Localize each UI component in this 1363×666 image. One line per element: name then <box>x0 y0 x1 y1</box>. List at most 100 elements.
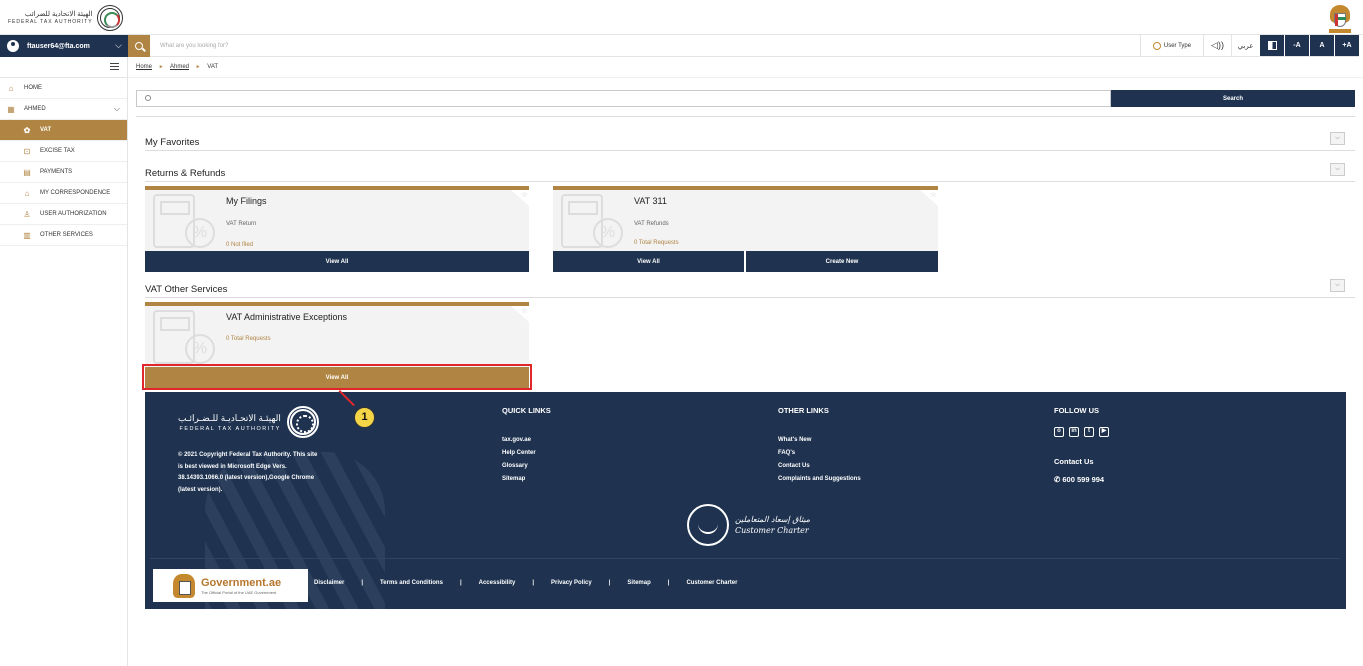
follow-us-title: FOLLOW US <box>1054 406 1099 415</box>
sidebar-item-my-correspondence[interactable]: ⌂ MY CORRESPONDENCE <box>0 183 127 204</box>
other-link[interactable]: FAQ's <box>778 450 795 456</box>
smile-icon <box>687 504 729 546</box>
top-search-button[interactable] <box>128 35 150 57</box>
logo-arabic-text: الهيئة الاتحادية للضرائب <box>24 11 93 18</box>
quick-link[interactable]: Help Center <box>502 450 536 456</box>
linkedin-icon[interactable]: in <box>1069 427 1079 437</box>
fta-emblem-icon <box>286 406 319 438</box>
breadcrumb: Home ► Ahmed ► VAT <box>136 64 218 70</box>
sidebar-item-excise-tax[interactable]: ⊡ EXCISE TAX <box>0 141 127 162</box>
uae-emblem-icon <box>173 573 195 598</box>
sidebar-item-label: OTHER SERVICES <box>40 232 93 238</box>
normal-font-button[interactable]: A <box>1309 35 1334 57</box>
search-button[interactable]: Search <box>1111 90 1355 107</box>
decrease-font-button[interactable]: -A <box>1284 35 1309 57</box>
user-type-label: User Type <box>1163 42 1192 49</box>
user-type-icon <box>1152 41 1161 50</box>
copyright-text: © 2021 Copyright Federal Tax Authority. … <box>178 452 318 493</box>
vat-311-view-all-button[interactable]: View All <box>553 251 744 272</box>
vat-311-create-new-button[interactable]: Create New <box>746 251 938 272</box>
favorite-star-icon[interactable]: ☆ <box>511 190 529 206</box>
fta-logo[interactable]: الهيئة الاتحادية للضرائب FEDERAL TAX AUT… <box>8 5 123 31</box>
grid-icon: ▦ <box>7 104 15 114</box>
search-icon <box>135 42 143 50</box>
card-title: My Filings <box>226 196 267 206</box>
top-bar: الهيئة الاتحادية للضرائب FEDERAL TAX AUT… <box>0 0 1363 35</box>
my-filings-view-all-button[interactable]: View All <box>145 251 529 272</box>
quick-link[interactable]: Glossary <box>502 463 528 469</box>
collapse-other-services-button[interactable]: ⌵ <box>1330 279 1345 292</box>
chevron-down-icon: ⌵ <box>1335 135 1340 141</box>
vat-admin-exceptions-card: % ☆ VAT Administrative Exceptions 0 Tota… <box>145 302 529 367</box>
top-search-placeholder: What are you looking for? <box>160 43 229 49</box>
customer-charter-logo[interactable]: ميثاق إسعاد المتعاملين Customer Charter <box>687 504 810 546</box>
section-title-returns: Returns & Refunds <box>145 168 226 179</box>
top-search-input[interactable]: What are you looking for? <box>150 35 1140 57</box>
instagram-icon[interactable]: o <box>1054 427 1064 437</box>
speaker-button[interactable]: ◁)) <box>1203 35 1231 57</box>
sidebar-item-payments[interactable]: ▤ PAYMENTS <box>0 162 127 183</box>
sidebar: ⌂ HOME ▦ AHMED ⌵ ✿ VAT ⊡ EXCISE TAX ▤ PA… <box>0 57 128 666</box>
youtube-icon[interactable]: ▶ <box>1099 427 1109 437</box>
sidebar-item-ahmed[interactable]: ▦ AHMED ⌵ <box>0 99 127 120</box>
card-title: VAT Administrative Exceptions <box>226 312 348 322</box>
gov-name: Government.ae <box>201 576 282 589</box>
accessibility-link[interactable]: Accessibility <box>479 580 516 586</box>
uae-emblem-icon <box>1328 3 1352 33</box>
user-type-button[interactable]: User Type <box>1140 35 1203 57</box>
chevron-down-icon: ⌵ <box>115 40 122 50</box>
collapse-favorites-button[interactable]: ⌵ <box>1330 132 1345 145</box>
quick-link[interactable]: tax.gov.ae <box>502 437 531 443</box>
my-filings-card: % ☆ My Filings VAT Return 0 Not filed <box>145 186 529 251</box>
sidebar-item-label: VAT <box>40 127 52 133</box>
government-ae-logo[interactable]: Government.ae The Official Portal of the… <box>153 569 308 602</box>
excise-tax-icon: ⊡ <box>23 146 31 156</box>
sidebar-item-user-authorization[interactable]: ♙ USER AUTHORIZATION <box>0 204 127 225</box>
hamburger-menu-icon[interactable] <box>110 63 119 70</box>
terms-link[interactable]: Terms and Conditions <box>380 580 443 586</box>
increase-font-button[interactable]: +A <box>1334 35 1359 57</box>
speaker-icon: ◁)) <box>1211 40 1224 50</box>
sidebar-item-home[interactable]: ⌂ HOME <box>0 78 127 99</box>
collapse-returns-button[interactable]: ⌵ <box>1330 163 1345 176</box>
sidebar-item-vat[interactable]: ✿ VAT <box>0 120 127 141</box>
privacy-policy-link[interactable]: Privacy Policy <box>551 580 592 586</box>
favorite-star-icon[interactable]: ☆ <box>920 190 938 206</box>
user-menu[interactable]: ftauser64@fta.com ⌵ <box>0 35 128 57</box>
sitemap-link[interactable]: Sitemap <box>627 580 650 586</box>
sidebar-item-other-services[interactable]: ▥ OTHER SERVICES <box>0 225 127 246</box>
other-links-title: OTHER LINKS <box>778 406 829 415</box>
breadcrumb-home-link[interactable]: Home <box>136 64 152 70</box>
other-link[interactable]: Complaints and Suggestions <box>778 476 861 482</box>
vat-icon: ✿ <box>23 125 31 135</box>
contrast-toggle[interactable] <box>1259 35 1284 57</box>
card-count: 0 Total Requests <box>634 240 679 246</box>
phone-number[interactable]: ✆ 600 599 994 <box>1054 475 1104 484</box>
user-icon <box>7 40 19 52</box>
sidebar-item-label: EXCISE TAX <box>40 148 75 154</box>
other-link[interactable]: What's New <box>778 437 811 443</box>
breadcrumb-arrow-icon: ► <box>195 64 201 70</box>
accessibility-tools: User Type ◁)) عربي -A A +A <box>1140 35 1359 57</box>
sidebar-item-label: USER AUTHORIZATION <box>40 211 107 217</box>
section-title-other-services: VAT Other Services <box>145 284 228 295</box>
other-link[interactable]: Contact Us <box>778 463 810 469</box>
breadcrumb-ahmed-link[interactable]: Ahmed <box>170 64 189 70</box>
contrast-icon <box>1267 41 1277 50</box>
footer-fta-logo[interactable]: الهيئـة الاتحـاديـة للـضـرائـب FEDERAL T… <box>178 406 319 438</box>
quick-link[interactable]: Sitemap <box>502 476 525 482</box>
arabic-language-button[interactable]: عربي <box>1231 35 1259 57</box>
percent-icon: % <box>593 218 623 248</box>
service-search-input[interactable] <box>136 90 1111 107</box>
customer-charter-link[interactable]: Customer Charter <box>686 580 737 586</box>
chevron-down-icon: ⌵ <box>113 104 120 113</box>
disclaimer-link[interactable]: Disclaimer <box>314 580 344 586</box>
percent-icon: % <box>185 334 215 364</box>
twitter-icon[interactable]: t <box>1084 427 1094 437</box>
contact-us-title: Contact Us <box>1054 457 1094 466</box>
section-title-favorites: My Favorites <box>145 137 200 148</box>
breadcrumb-current: VAT <box>207 64 219 70</box>
fta-emblem-icon <box>96 5 123 31</box>
favorite-star-icon[interactable]: ☆ <box>511 306 529 322</box>
footer-logo-english: FEDERAL TAX AUTHORITY <box>179 425 281 432</box>
